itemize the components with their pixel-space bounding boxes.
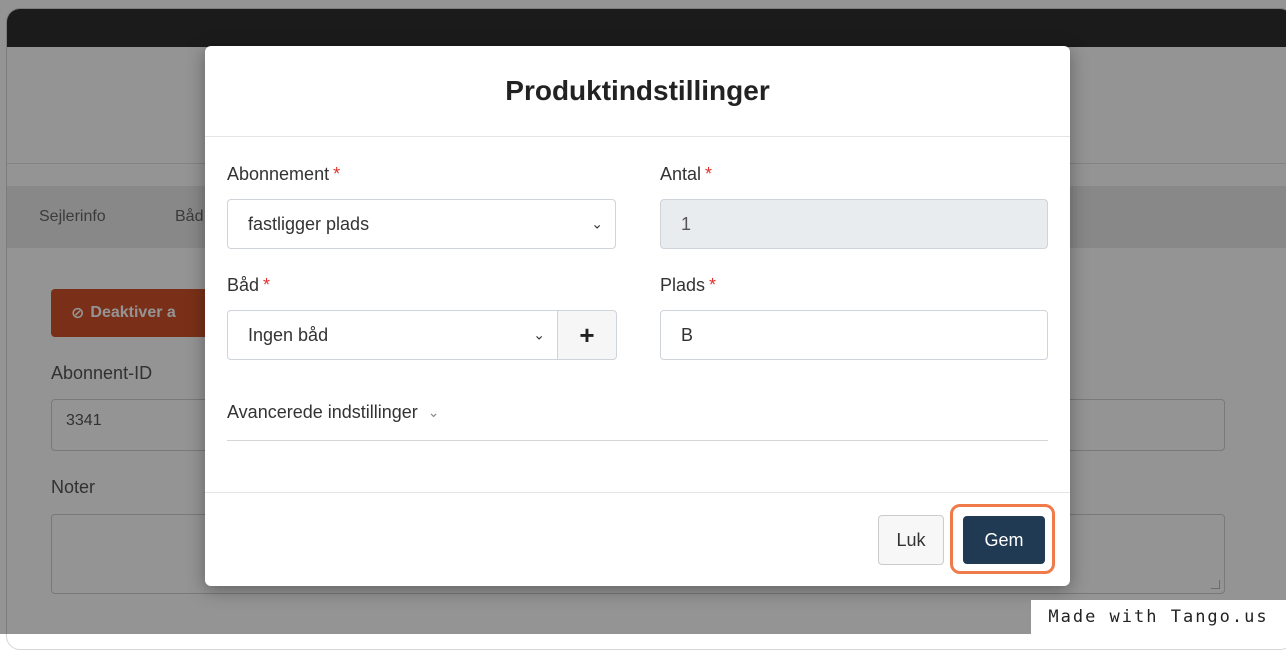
boat-label: Båd * <box>227 275 270 296</box>
quantity-label: Antal * <box>660 164 712 185</box>
modal-title: Produktindstillinger <box>205 46 1070 137</box>
place-value: B <box>681 324 694 345</box>
boat-select[interactable]: Ingen båd ⌄ <box>227 310 558 360</box>
place-label: Plads * <box>660 275 716 296</box>
chevron-down-icon: ⌄ <box>533 326 545 343</box>
required-mark: * <box>333 164 341 184</box>
save-button[interactable]: Gem <box>963 516 1045 564</box>
required-mark: * <box>709 275 717 295</box>
advanced-settings-label: Avancerede indstillinger <box>227 402 418 422</box>
chevron-down-icon: ⌄ <box>427 404 440 420</box>
quantity-label-text: Antal <box>660 164 702 184</box>
required-mark: * <box>263 275 271 295</box>
close-button[interactable]: Luk <box>878 515 944 565</box>
add-boat-button[interactable]: + <box>558 310 617 360</box>
boat-value: Ingen båd <box>248 324 329 345</box>
subscription-select[interactable]: fastligger plads ⌄ <box>227 199 616 249</box>
subscription-value: fastligger plads <box>248 213 370 234</box>
required-mark: * <box>705 164 713 184</box>
subscription-label-text: Abonnement <box>227 164 330 184</box>
quantity-field: 1 <box>660 199 1048 249</box>
subscription-label: Abonnement * <box>227 164 340 185</box>
place-label-text: Plads <box>660 275 706 295</box>
tango-watermark: Made with Tango.us <box>1031 600 1286 634</box>
product-settings-modal: Produktindstillinger Abonnement * fastlig… <box>205 46 1070 586</box>
chevron-down-icon: ⌄ <box>591 215 603 232</box>
plus-icon: + <box>579 319 595 350</box>
advanced-settings-toggle[interactable]: Avancerede indstillinger ⌄ <box>227 402 1048 441</box>
place-input[interactable]: B <box>660 310 1048 360</box>
boat-label-text: Båd <box>227 275 260 295</box>
quantity-value: 1 <box>681 213 692 234</box>
